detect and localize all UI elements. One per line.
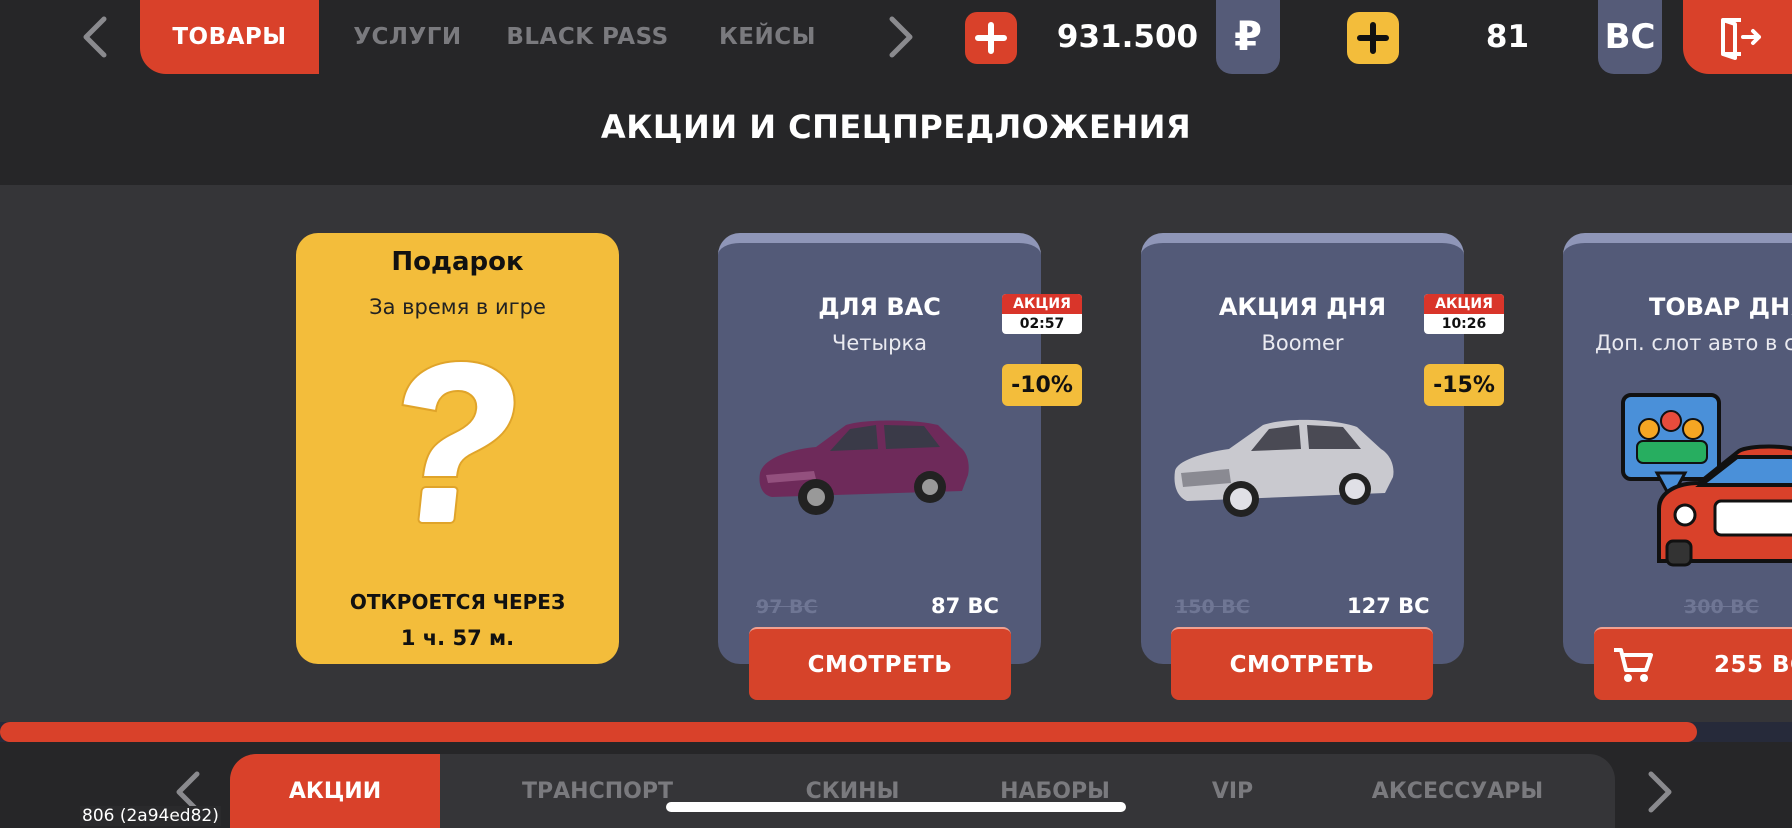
tab-services[interactable]: УСЛУГИ [340, 0, 475, 74]
promo-timer-badge: АКЦИЯ 02:57 [1002, 294, 1082, 334]
buy-offer-button[interactable]: 255 BC [1594, 627, 1792, 700]
offer-card-deal-of-day[interactable]: АКЦИЯ ДНЯ Boomer 150 BC 127 BC [1141, 233, 1464, 664]
offer-new-price: 255 BC [1714, 651, 1792, 678]
chevron-right-icon[interactable] [1635, 767, 1685, 817]
car-hatchback-image [759, 420, 969, 515]
home-indicator[interactable] [666, 802, 1126, 812]
family-car-slot-icon [1621, 393, 1792, 567]
question-mark-icon [366, 353, 546, 537]
plus-icon [975, 22, 1007, 54]
offer-subtitle: Доп. слот авто в семью [1595, 331, 1792, 355]
offer-new-price: 87 BC [931, 594, 999, 618]
gift-title: Подарок [391, 247, 524, 277]
tab-skins[interactable]: СКИНЫ [790, 754, 915, 828]
plus-icon [1357, 22, 1389, 54]
ruble-icon: ₽ [1216, 0, 1280, 74]
ruble-balance: 931.500 [1056, 19, 1199, 55]
gift-card[interactable]: Подарок За время в игре ОТКРОЕТСЯ ЧЕРЕЗ … [296, 233, 619, 664]
offer-title: ТОВАР ДНЯ [1649, 293, 1792, 321]
view-offer-button[interactable]: СМОТРЕТЬ [1171, 627, 1433, 700]
carousel-scroll-track[interactable] [0, 722, 1792, 742]
tab-vip[interactable]: VIP [1200, 754, 1265, 828]
promo-timer-badge: АКЦИЯ 10:26 [1424, 294, 1504, 334]
debug-build-label: 806 (2a94ed82) [80, 806, 221, 826]
logout-door-icon [1720, 18, 1761, 60]
carousel-scroll-thumb[interactable] [0, 722, 1698, 742]
chevron-left-icon[interactable] [70, 12, 120, 62]
tab-goods[interactable]: ТОВАРЫ [140, 0, 319, 74]
offer-title: ДЛЯ ВАС [818, 293, 941, 321]
car-sedan-image [1174, 419, 1394, 517]
bc-balance: 81 [1485, 19, 1530, 55]
cart-icon [1612, 646, 1654, 684]
logout-button[interactable] [1683, 0, 1792, 74]
offer-old-price: 97 BC [756, 596, 818, 618]
tab-black-pass[interactable]: BLACK PASS [500, 0, 675, 74]
discount-badge: -15% [1424, 364, 1504, 406]
gift-opens-label: ОТКРОЕТСЯ ЧЕРЕЗ [349, 590, 566, 614]
tab-promotions[interactable]: АКЦИИ [230, 754, 440, 828]
offer-card-for-you[interactable]: ДЛЯ ВАС Четырка 97 BC 87 BC [718, 233, 1041, 664]
offer-new-price: 127 BC [1347, 594, 1430, 618]
bc-currency-icon: BC [1598, 0, 1662, 74]
offer-card-item-of-day[interactable]: ТОВАР ДНЯ Доп. слот авто в семью 300 BC [1563, 233, 1792, 664]
tab-transport[interactable]: ТРАНСПОРТ [510, 754, 685, 828]
tab-cases[interactable]: КЕЙСЫ [700, 0, 835, 74]
offer-old-price: 300 BC [1684, 596, 1759, 618]
tab-accessories[interactable]: АКСЕССУАРЫ [1365, 754, 1550, 828]
discount-badge: -10% [1002, 364, 1082, 406]
offer-subtitle: Boomer [1261, 331, 1344, 355]
offer-subtitle: Четырка [831, 331, 927, 355]
gift-subtitle: За время в игре [369, 295, 546, 319]
shop-screen: ТОВАРЫ УСЛУГИ BLACK PASS КЕЙСЫ 931.500 ₽… [0, 0, 1792, 828]
gift-opens-time: 1 ч. 57 м. [400, 626, 515, 650]
section-title: АКЦИИ И СПЕЦПРЕДЛОЖЕНИЯ [600, 108, 1192, 146]
add-rubles-button[interactable] [965, 12, 1017, 64]
view-offer-button[interactable]: СМОТРЕТЬ [749, 627, 1011, 700]
add-bc-button[interactable] [1347, 12, 1399, 64]
offer-title: АКЦИЯ ДНЯ [1218, 293, 1387, 321]
tab-bundles[interactable]: НАБОРЫ [990, 754, 1120, 828]
chevron-right-icon[interactable] [876, 12, 926, 62]
offer-old-price: 150 BC [1175, 596, 1250, 618]
